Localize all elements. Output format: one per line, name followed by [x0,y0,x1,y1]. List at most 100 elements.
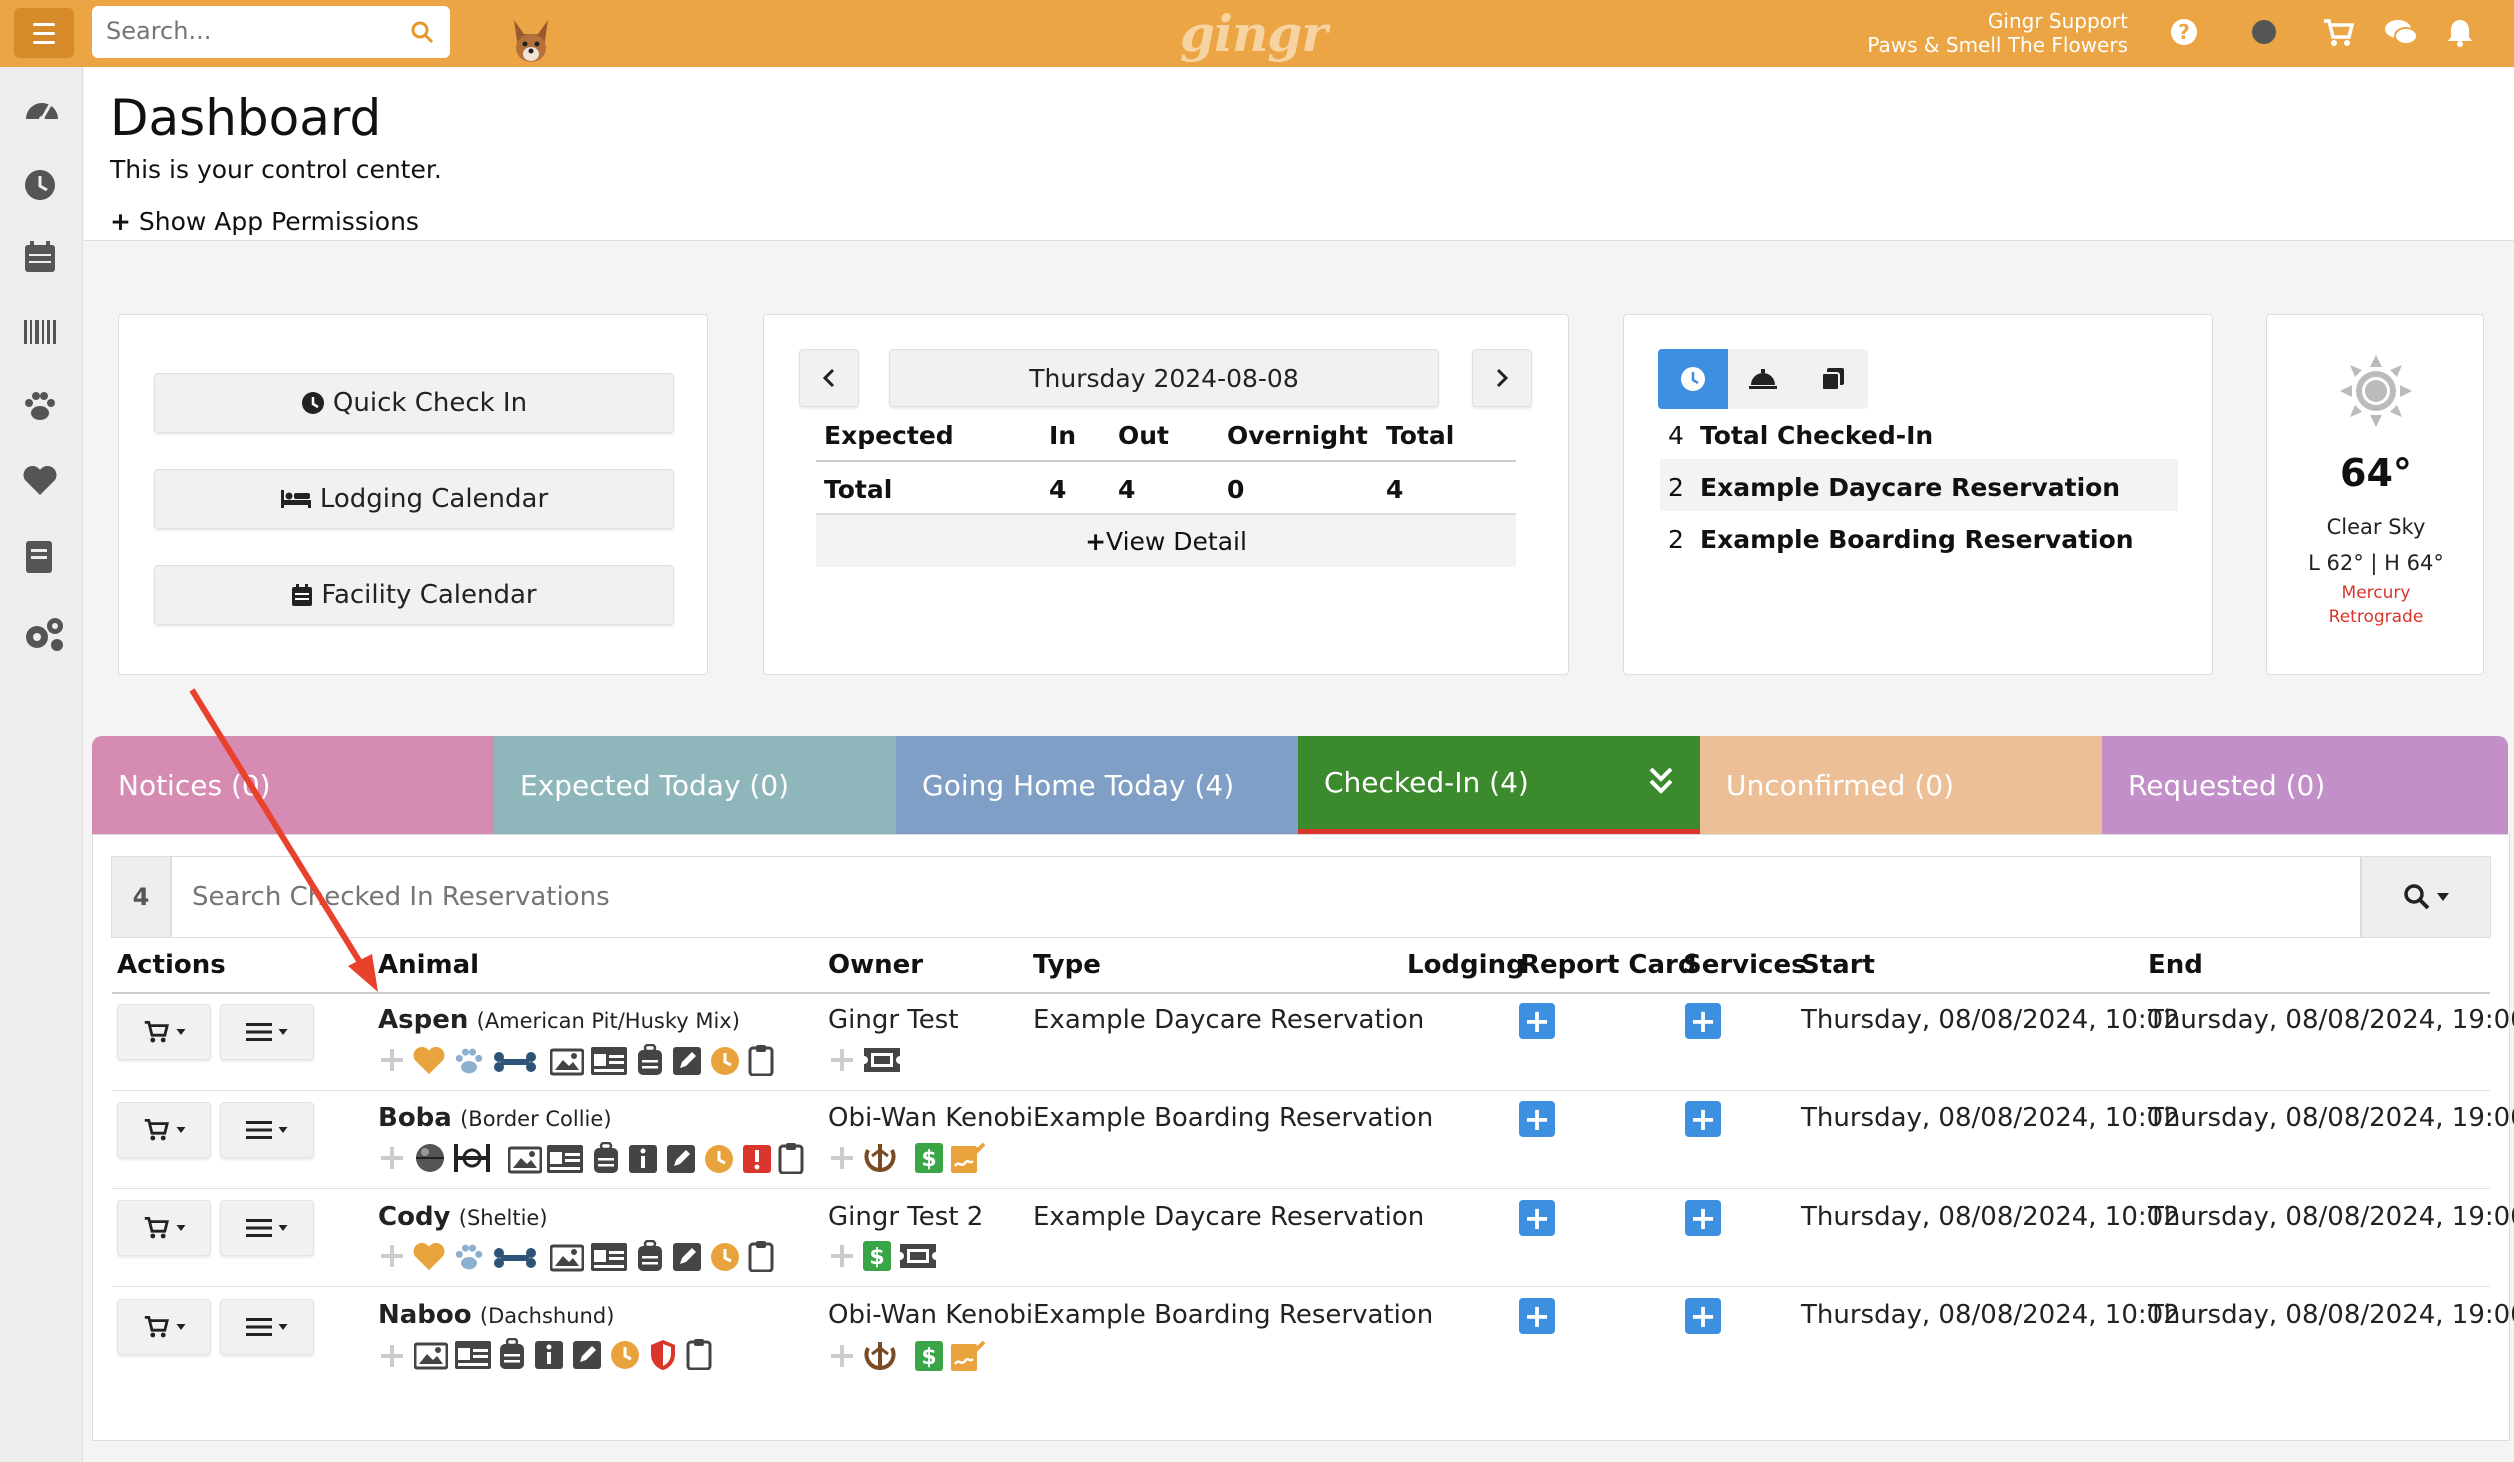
reservation-search-input[interactable] [171,856,2361,938]
plus-icon[interactable] [828,1046,856,1074]
info-icon[interactable] [534,1340,564,1370]
search-icon[interactable] [410,20,434,44]
dashboard-icon[interactable] [22,91,62,125]
tab-service-bell[interactable] [1728,349,1798,409]
billing-icon[interactable]: $ [914,1340,944,1372]
rebel-ship-icon[interactable] [452,1142,492,1174]
paw-icon[interactable] [452,1046,486,1076]
info-icon[interactable] [628,1144,658,1174]
animal-cell[interactable]: Boba (Border Collie) [378,1103,612,1133]
paw-icon[interactable] [22,389,58,423]
bell-icon[interactable] [2446,18,2474,48]
edit-icon[interactable] [666,1144,696,1174]
tab-notices[interactable]: Notices (0) [92,736,494,834]
animal-cell[interactable]: Cody (Sheltie) [378,1202,548,1232]
clock-icon[interactable] [710,1046,740,1076]
ticket-icon[interactable] [898,1242,938,1270]
id-card-icon[interactable] [546,1144,584,1174]
view-detail-button[interactable]: + View Detail [816,515,1516,567]
add-report-card-button[interactable]: + [1519,1003,1555,1039]
edit-icon[interactable] [572,1340,602,1370]
billing-icon[interactable]: $ [862,1240,892,1272]
add-report-card-button[interactable]: + [1519,1200,1555,1236]
tab-checked-in[interactable]: Checked-In (4) [1298,736,1700,834]
plus-icon[interactable] [378,1144,406,1172]
add-service-button[interactable]: + [1685,1101,1721,1137]
reservation-search-button[interactable] [2361,856,2491,938]
tab-going-home-today[interactable]: Going Home Today (4) [896,736,1298,834]
current-date-display[interactable]: Thursday 2024-08-08 [889,349,1439,407]
tab-requested[interactable]: Requested (0) [2102,736,2508,834]
add-report-card-button[interactable]: + [1519,1298,1555,1334]
prev-day-button[interactable] [799,349,859,407]
ticket-icon[interactable] [862,1046,902,1074]
owner-name[interactable]: Gingr Test [828,1005,959,1035]
animal-cell[interactable]: Naboo (Dachshund) [378,1300,614,1330]
clock-icon[interactable] [710,1242,740,1272]
backpack-icon[interactable] [636,1240,664,1272]
plus-icon[interactable] [828,1242,856,1270]
options-menu-button[interactable] [220,1200,314,1256]
plus-icon[interactable] [828,1144,856,1172]
image-icon[interactable] [508,1146,542,1174]
edit-icon[interactable] [672,1046,702,1076]
death-star-icon[interactable] [414,1142,446,1174]
bone-icon[interactable] [492,1246,538,1270]
animal-name[interactable]: Naboo [378,1300,472,1330]
paw-icon[interactable] [452,1242,486,1272]
next-day-button[interactable] [1472,349,1532,407]
quick-check-in-button[interactable]: Quick Check In [154,373,674,433]
plus-icon[interactable] [378,1342,406,1370]
chat-icon[interactable] [2384,18,2418,48]
image-icon[interactable] [550,1048,584,1076]
animal-name[interactable]: Cody [378,1202,451,1232]
status-dot-icon[interactable] [2250,18,2278,46]
clipboard-icon[interactable] [686,1338,712,1370]
animal-name[interactable]: Aspen [378,1005,468,1035]
cart-icon[interactable] [2322,18,2354,48]
add-service-button[interactable]: + [1685,1298,1721,1334]
clipboard-icon[interactable] [748,1240,774,1272]
add-service-button[interactable]: + [1685,1200,1721,1236]
clock-icon[interactable] [22,167,58,203]
clock-icon[interactable] [704,1144,734,1174]
animal-cell[interactable]: Aspen (American Pit/Husky Mix) [378,1005,740,1035]
book-icon[interactable] [22,539,56,575]
hamburger-menu-icon[interactable] [14,8,74,58]
plus-icon[interactable] [378,1242,406,1270]
options-menu-button[interactable] [220,1004,314,1060]
user-info[interactable]: Gingr Support Paws & Smell The Flowers [1867,9,2128,57]
tab-clock[interactable] [1658,349,1728,409]
show-permissions-link[interactable]: + Show App Permissions [110,207,419,236]
cart-menu-button[interactable] [117,1200,211,1256]
heart-icon[interactable] [412,1046,446,1076]
options-menu-button[interactable] [220,1299,314,1355]
image-icon[interactable] [550,1244,584,1272]
tab-expected-today[interactable]: Expected Today (0) [494,736,896,834]
clipboard-icon[interactable] [778,1142,804,1174]
tab-unconfirmed[interactable]: Unconfirmed (0) [1700,736,2102,834]
double-chevron-down-icon[interactable] [1648,766,1674,796]
cart-menu-button[interactable] [117,1004,211,1060]
shield-icon[interactable] [648,1338,678,1372]
bone-icon[interactable] [492,1050,538,1074]
backpack-icon[interactable] [636,1044,664,1076]
jedi-order-icon[interactable] [862,1142,898,1174]
backpack-icon[interactable] [498,1338,526,1370]
global-search[interactable] [92,6,450,58]
settings-icon[interactable] [22,615,66,653]
edit-icon[interactable] [672,1242,702,1272]
add-service-button[interactable]: + [1685,1003,1721,1039]
backpack-icon[interactable] [592,1142,620,1174]
question-icon[interactable]: ? [2170,18,2198,46]
heart-icon[interactable] [22,465,58,497]
id-card-icon[interactable] [454,1340,492,1370]
plus-icon[interactable] [378,1046,406,1074]
add-report-card-button[interactable]: + [1519,1101,1555,1137]
global-search-input[interactable] [92,6,382,56]
owner-name[interactable]: Gingr Test 2 [828,1202,983,1232]
clock-icon[interactable] [610,1340,640,1370]
signature-icon[interactable] [950,1142,986,1174]
heart-icon[interactable] [412,1242,446,1272]
cart-menu-button[interactable] [117,1102,211,1158]
